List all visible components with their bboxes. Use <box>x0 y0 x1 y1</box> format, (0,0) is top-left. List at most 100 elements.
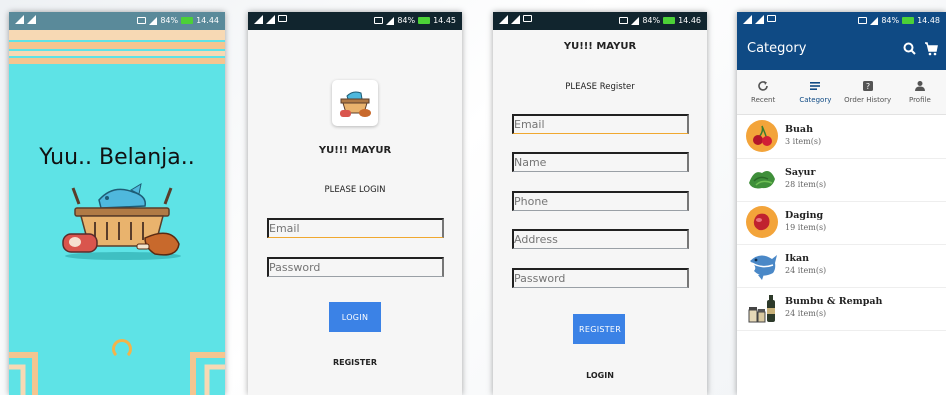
login-link[interactable]: LOGIN <box>493 371 707 380</box>
battery-icon <box>418 17 431 24</box>
help-box-icon: ? <box>862 81 873 91</box>
notification-icon <box>254 15 263 24</box>
category-item-buah[interactable]: Buah 3 item(s) <box>737 115 946 159</box>
tab-recent[interactable]: Recent <box>737 70 789 114</box>
password-input[interactable] <box>267 257 444 277</box>
search-icon[interactable] <box>903 42 916 55</box>
category-item-sayur[interactable]: Sayur 28 item(s) <box>737 158 946 202</box>
address-input[interactable] <box>512 229 689 249</box>
notification-icon <box>499 15 508 24</box>
login-screen: 84% 14.45 YU!!! MAYUR PLEASE LOGIN LOGIN… <box>248 12 462 395</box>
app-name: YU!!! MAYUR <box>563 41 637 52</box>
register-link[interactable]: REGISTER <box>248 358 462 367</box>
top-stripe <box>9 30 225 40</box>
top-stripe <box>9 42 225 49</box>
tab-bar: Recent Category ? Order History Profile <box>737 70 946 115</box>
tab-label: Category <box>799 96 832 104</box>
tab-category[interactable]: Category <box>789 70 841 114</box>
tab-profile[interactable]: Profile <box>894 70 946 114</box>
notification-icon <box>266 15 275 24</box>
email-input[interactable] <box>512 114 689 134</box>
status-bar: 84% 14.45 <box>248 12 462 30</box>
login-button[interactable]: LOGIN <box>329 302 381 332</box>
screenshot-icon <box>767 15 776 22</box>
category-item-ikan[interactable]: Ikan 24 item(s) <box>737 244 946 288</box>
clock: 14.48 <box>917 16 940 25</box>
category-name: Sayur <box>785 167 816 178</box>
category-item-daging[interactable]: Daging 19 item(s) <box>737 201 946 245</box>
category-count: 24 item(s) <box>785 266 827 275</box>
email-input[interactable] <box>267 218 444 238</box>
register-screen: 84% 14.46 YU!!! MAYUR PLEASE Register RE… <box>493 12 707 395</box>
category-count: 3 item(s) <box>785 137 822 146</box>
status-bar: 84% 14.46 <box>493 12 707 30</box>
spice-jars-icon <box>748 295 775 323</box>
top-stripe <box>9 51 225 56</box>
login-heading: PLEASE LOGIN <box>324 185 386 195</box>
splash-title: Yuu.. Belanja.. <box>39 145 195 170</box>
signal-icon <box>386 16 395 25</box>
corner-decoration <box>9 352 38 395</box>
page-title: Category <box>747 41 807 56</box>
category-count: 24 item(s) <box>785 309 827 318</box>
signal-icon <box>631 16 640 25</box>
tab-label: Recent <box>751 96 776 104</box>
battery-percent: 84% <box>881 16 900 25</box>
signal-icon <box>870 16 879 25</box>
alarm-icon <box>137 17 147 24</box>
app-bar: Category <box>737 30 946 70</box>
list-icon <box>810 82 821 90</box>
battery-percent: 84% <box>642 16 661 25</box>
grocery-basket-icon <box>340 91 371 117</box>
category-count: 28 item(s) <box>785 180 827 189</box>
greens-icon <box>749 171 775 189</box>
alarm-icon <box>374 17 384 24</box>
battery-icon <box>181 17 194 24</box>
alarm-icon <box>619 17 629 24</box>
meat-icon <box>746 206 778 238</box>
category-screen: 84% 14.48 Category Recent Category ? Ord… <box>737 12 946 395</box>
tab-label: Order History <box>844 96 892 104</box>
notification-icon <box>743 15 752 24</box>
clock: 14.45 <box>433 16 456 25</box>
phone-input[interactable] <box>512 191 689 211</box>
fish-icon <box>750 255 777 280</box>
battery-icon <box>902 17 915 24</box>
cart-icon[interactable] <box>924 42 938 56</box>
app-name: YU!!! MAYUR <box>318 145 392 156</box>
status-bar: 84% 14.44 <box>9 12 225 30</box>
notification-icon <box>15 15 24 24</box>
category-count: 19 item(s) <box>785 223 827 232</box>
top-stripe <box>9 58 225 64</box>
loading-spinner <box>112 339 132 359</box>
cherry-icon <box>746 120 778 152</box>
grocery-basket-icon <box>62 182 181 260</box>
signal-icon <box>149 16 158 25</box>
register-button[interactable]: REGISTER <box>573 314 625 344</box>
notification-icon <box>27 15 36 24</box>
svg-text:?: ? <box>866 82 870 91</box>
name-input[interactable] <box>512 152 689 172</box>
person-icon <box>914 81 925 91</box>
category-name: Ikan <box>785 253 810 264</box>
tab-order-history[interactable]: ? Order History <box>842 70 894 114</box>
alarm-icon <box>858 17 868 24</box>
splash-screen: 84% 14.44 Yuu.. Belanja.. <box>9 12 225 395</box>
clock: 14.44 <box>196 16 219 25</box>
password-input[interactable] <box>512 268 689 288</box>
corner-decoration <box>190 352 225 395</box>
battery-percent: 84% <box>160 16 179 25</box>
clock: 14.46 <box>678 16 701 25</box>
app-logo <box>332 80 378 126</box>
register-heading: PLEASE Register <box>565 82 635 92</box>
category-name: Bumbu & Rempah <box>785 296 883 307</box>
category-name: Daging <box>785 210 824 221</box>
notification-icon <box>755 15 764 24</box>
category-name: Buah <box>785 124 813 135</box>
refresh-icon <box>758 81 768 91</box>
battery-percent: 84% <box>397 16 416 25</box>
category-item-bumbu-rempah[interactable]: Bumbu & Rempah 24 item(s) <box>737 287 946 331</box>
battery-icon <box>663 17 676 24</box>
status-bar: 84% 14.48 <box>737 12 946 30</box>
screenshot-icon <box>278 15 287 22</box>
